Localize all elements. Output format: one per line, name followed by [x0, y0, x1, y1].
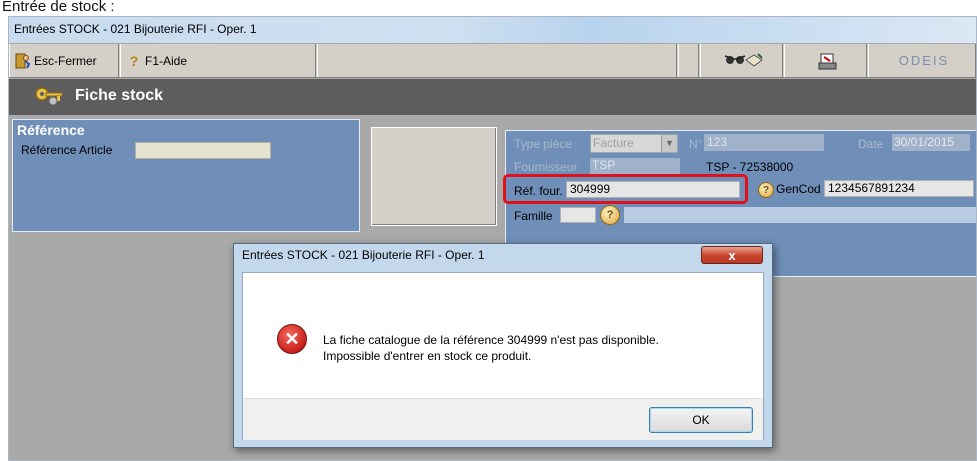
date-input[interactable]: 30/01/2015 — [892, 134, 970, 151]
dialog-title: Entrées STOCK - 021 Bijouterie RFI - Ope… — [242, 248, 485, 262]
keys-icon — [33, 85, 67, 112]
famille-label: Famille — [514, 209, 553, 223]
chevron-down-icon[interactable]: ▼ — [661, 135, 677, 152]
famille-search-icon[interactable]: ? — [600, 205, 620, 225]
type-piece-select[interactable]: Facture ▼ — [590, 134, 678, 153]
dialog-body: ✕ La fiche catalogue de la référence 304… — [242, 272, 764, 440]
reference-title: Référence — [17, 122, 85, 138]
number-label: N° — [689, 137, 703, 151]
app-window: Entrées STOCK - 021 Bijouterie RFI - Ope… — [8, 16, 977, 461]
reference-panel: Référence Référence Article — [12, 119, 360, 232]
window-title: Entrées STOCK - 021 Bijouterie RFI - Ope… — [9, 17, 976, 43]
glasses-icon — [724, 52, 745, 70]
dialog-footer: OK — [243, 398, 763, 440]
supplier-label: Fournisseur — [514, 160, 578, 174]
dialog-close-button[interactable]: x — [701, 246, 763, 264]
toolbar: Esc-Fermer ? F1-Aide ODEIS — [9, 44, 976, 78]
famille-input[interactable] — [560, 207, 596, 223]
dialog-message-line1: La fiche catalogue de la référence 30499… — [323, 333, 659, 347]
type-piece-value: Facture — [593, 136, 634, 150]
printer-icon — [818, 52, 836, 70]
help-button[interactable]: ? F1-Aide — [120, 44, 316, 77]
date-label: Date — [858, 137, 884, 151]
header-band: Fiche stock — [9, 79, 976, 115]
close-button[interactable]: Esc-Fermer — [9, 44, 119, 77]
dialog-message-line2: Impossible d'entrer en stock ce produit. — [323, 349, 532, 363]
error-icon: ✕ — [277, 324, 307, 354]
ref-four-highlight — [503, 174, 748, 204]
exit-door-icon — [14, 52, 32, 70]
book-edit-icon — [744, 52, 763, 70]
gencod-label: GenCod — [776, 182, 821, 196]
gencod-input[interactable]: 1234567891234 — [824, 180, 974, 197]
help-question-icon: ? — [129, 52, 139, 69]
number-input[interactable]: 123 — [704, 134, 824, 151]
photo-box — [371, 127, 497, 226]
type-piece-label: Type pièce — [514, 137, 573, 151]
dialog-message: La fiche catalogue de la référence 30499… — [323, 332, 659, 364]
close-label: Esc-Fermer — [34, 53, 97, 68]
help-label: F1-Aide — [145, 53, 188, 68]
error-dialog: Entrées STOCK - 021 Bijouterie RFI - Ope… — [233, 243, 773, 448]
supplier-input[interactable]: TSP — [590, 158, 680, 174]
famille-description — [624, 207, 976, 223]
toolbar-empty-slot — [317, 44, 677, 77]
reference-article-label: Référence Article — [21, 143, 113, 157]
reference-article-input[interactable] — [135, 142, 271, 159]
ref-search-icon[interactable]: ? — [758, 182, 774, 198]
toolbar-separator — [678, 44, 699, 77]
view-tools-button[interactable] — [700, 44, 783, 77]
page-title: Fiche stock — [75, 87, 164, 104]
supplier-name: TSP - 72538000 — [706, 160, 794, 174]
print-button[interactable] — [784, 44, 867, 77]
brand-logo: ODEIS — [868, 44, 976, 77]
ok-button[interactable]: OK — [649, 407, 753, 433]
